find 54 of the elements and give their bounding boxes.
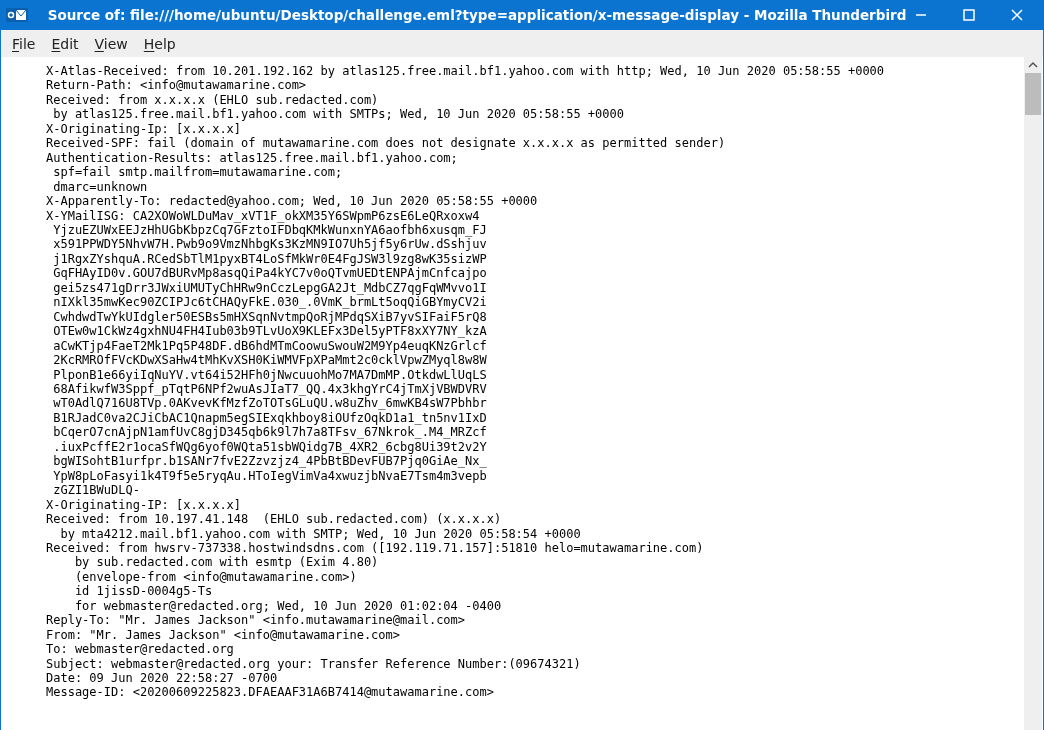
source-line: gei5zs471gDrr3JWxiUMUTyChHRw9nCczLepgGA2Jt_MdbCZ7qgFqWMvvo1I bbox=[52, 280, 487, 296]
source-line: j1RgxZYshquA.RCedSbTlM1pyxBT4LoSfMkWr0E4FgJSW3l9zg8wK35sizWP bbox=[52, 251, 487, 267]
source-line: GqFHAyID0v.GOU7dBURvMp8asqQiPa4kYC7v0oQTvmUEDtENPAjmCnfcajpo bbox=[52, 266, 487, 281]
source-line: by mta4212.mail.bf1.yahoo.com with SMTP; Wed, 10 Jun 2020 05:58:54 +0000 bbox=[59, 526, 581, 541]
source-line: Return-Path: <info@mutawamarine.com> bbox=[46, 78, 307, 93]
close-icon bbox=[1011, 9, 1023, 21]
source-line: X-Apparently-To: redacted@yahoo.com; Wed, 10 Jun 2020 05:58:55 +0000 bbox=[46, 194, 538, 209]
source-line: CwhdwdTwYkUIdgler50ESBs5mHXSqnNvtmpQoRjMPdqSXiB7yvSIFaiF5rQ8 bbox=[52, 309, 487, 325]
source-line: x591PPWDY5NhvW7H.Pwb9o9VmzNhbgKs3KzMN9IO7Uh5jf5y6rUw.dSshjuv bbox=[52, 237, 487, 252]
source-line: dmarc=unknown bbox=[52, 179, 148, 195]
source-line: aCwKTjp4FaeT2Mk1Pq5P48DF.dB6hdMTmCoowuSwouW2M9Yp4euqKNzGrlcf bbox=[52, 338, 487, 354]
source-line: Authentication-Results: atlas125.free.mail.bf1.yahoo.com; bbox=[46, 150, 458, 166]
source-line: spf=fail smtp.mailfrom=mutawamarine.com; bbox=[52, 165, 343, 180]
source-line: X-Atlas-Received: from 10.201.192.162 by atlas125.free.mail.bf1.yahoo.com with http; Wed, 10 Jun 2020 05:58:55 +0000 bbox=[46, 64, 885, 79]
source-line: Received: from 10.197.41.148 (EHLO sub.redacted.com) (x.x.x.x) bbox=[46, 512, 502, 527]
source-line: wT0AdlQ716U8TVp.0AKvevKfMzfZoTOTsGLuQU.w8uZhv_6mwKB4sW7Pbhbr bbox=[52, 396, 487, 411]
source-line: X-Originating-IP: [x.x.x.x] bbox=[46, 497, 242, 513]
source-line: bCqerO7cnAjpN1amfUvC8gjD345qb6k9l7h7a8TFsv_67Nkrok_.M4_MRZcf bbox=[52, 425, 487, 440]
source-line: nIXkl35mwKec90ZCIPJc6tCHAQyFkE.030_.0VmK_brmLt5oqQiGBYmyCV2i bbox=[52, 295, 487, 310]
source-line: Reply-To: "Mr. James Jackson" <info.mutawamarine@mail.com> bbox=[46, 613, 466, 628]
source-line: zGZI1BWuDLQ- bbox=[52, 483, 140, 498]
source-line: by atlas125.free.mail.bf1.yahoo.com with SMTPs; Wed, 10 Jun 2020 05:58:55 +0000 bbox=[52, 107, 624, 122]
window-title: Source of: file:///home/ubuntu/Desktop/challenge.eml?type=application/x-message-display - Mozilla Thunderbird bbox=[46, 5, 907, 25]
source-line: From: "Mr. James Jackson" <info@mutawamarine.com> bbox=[46, 627, 400, 643]
menu-item[interactable]: File bbox=[4, 33, 44, 54]
source-line: Received: from hwsrv-737338.hostwindsdns.com ([192.119.71.157]:51810 helo=mutawamarine.com) bbox=[46, 540, 704, 556]
source-line: .iuxPcffE2r1ocaSfWQg6yof0WQta51sbWQidg7B_4XR2_6cbg8Ui39t2v2Y bbox=[52, 439, 487, 455]
source-line: OTEw0w1CkWz4gxhNU4FH4Iub03b9TLvUoX9KLEFx3Del5yPTF8xXY7NY_kzA bbox=[52, 324, 487, 339]
source-line: id 1jissD-0004g5-Ts bbox=[73, 584, 213, 599]
menu-item[interactable]: Help bbox=[135, 33, 184, 54]
source-line: 2KcRMROfFVcKDwXSaHw4tMhKvXSH0KiWMVFpXPaMmt2c0cklVpwZMyql8w8W bbox=[52, 353, 487, 368]
source-line: Received: from x.x.x.x (EHLO sub.redacted.com) bbox=[46, 92, 379, 108]
source-line: Subject: webmaster@redacted.org your: Transfer Reference Number:(09674321) bbox=[46, 656, 581, 672]
app-icon bbox=[6, 7, 28, 23]
source-line: B1RJadC0va2CJiCbAC1Qnapm5egSIExqkhboy8iOUfzOqkD1a1_tn5nv1IxD bbox=[52, 410, 487, 426]
source-line: Date: 09 Jun 2020 22:58:27 -0700 bbox=[46, 671, 278, 686]
source-line: Message-ID: <20200609225823.DFAEAAF31A6B7414@mutawamarine.com> bbox=[46, 685, 494, 700]
source-line: 68AfikwfW3Sppf_pTqtP6NPf2wuAsJIaT7_QQ.4x3khgYrC4jTmXjVBWDVRV bbox=[52, 381, 487, 397]
source-line: bgWISohtB1urfpr.b1SANr7fvE2Zzvzjz4_4PbBtBDevFUB7Pjq0GiAe_Nx_ bbox=[52, 454, 487, 469]
source-line: Received-SPF: fail (domain of mutawamarine.com does not designate x.x.x.x as permitted sender) bbox=[46, 136, 726, 151]
source-line: YjzuEZUWxEEJzHhUGbKbpzCq7GFztoIFDbqKMkWunxnYA6aofbh6xusqm_FJ bbox=[52, 223, 487, 238]
source-line: by sub.redacted.com with esmtp (Exim 4.80) bbox=[73, 555, 379, 570]
scrollbar[interactable] bbox=[1024, 57, 1042, 730]
source-line: for webmaster@redacted.org; Wed, 10 Jun 2020 01:02:04 -0400 bbox=[73, 598, 502, 614]
menu-item[interactable]: View bbox=[86, 33, 136, 54]
source-line: PlponB1e66yiIqNuYV.vt64i52HFh0jNwcuuohMo7MA7DmMP.OtkdwLlUqLS bbox=[52, 367, 487, 382]
menu-item[interactable]: Edit bbox=[43, 33, 87, 54]
source-line: (envelope-from <info@mutawamarine.com>) bbox=[73, 569, 357, 585]
source-line: X-YMailISG: CA2XOWoWLDuMav_xVT1F_okXM35Y6SWpmP6zsE6LeQRxoxw4 bbox=[46, 208, 480, 223]
source-line: X-Originating-Ip: [x.x.x.x] bbox=[46, 121, 242, 137]
maximize-icon bbox=[963, 9, 975, 21]
scroll-thumb[interactable] bbox=[1025, 73, 1041, 115]
source-line: YpW8pLoFasyi1k4T9f5e5ryqAu.HToIegVimVa4xwuzjbNvaE7Tsm4m3vepb bbox=[52, 468, 487, 484]
source-line: To: webmaster@redacted.org bbox=[46, 642, 234, 657]
